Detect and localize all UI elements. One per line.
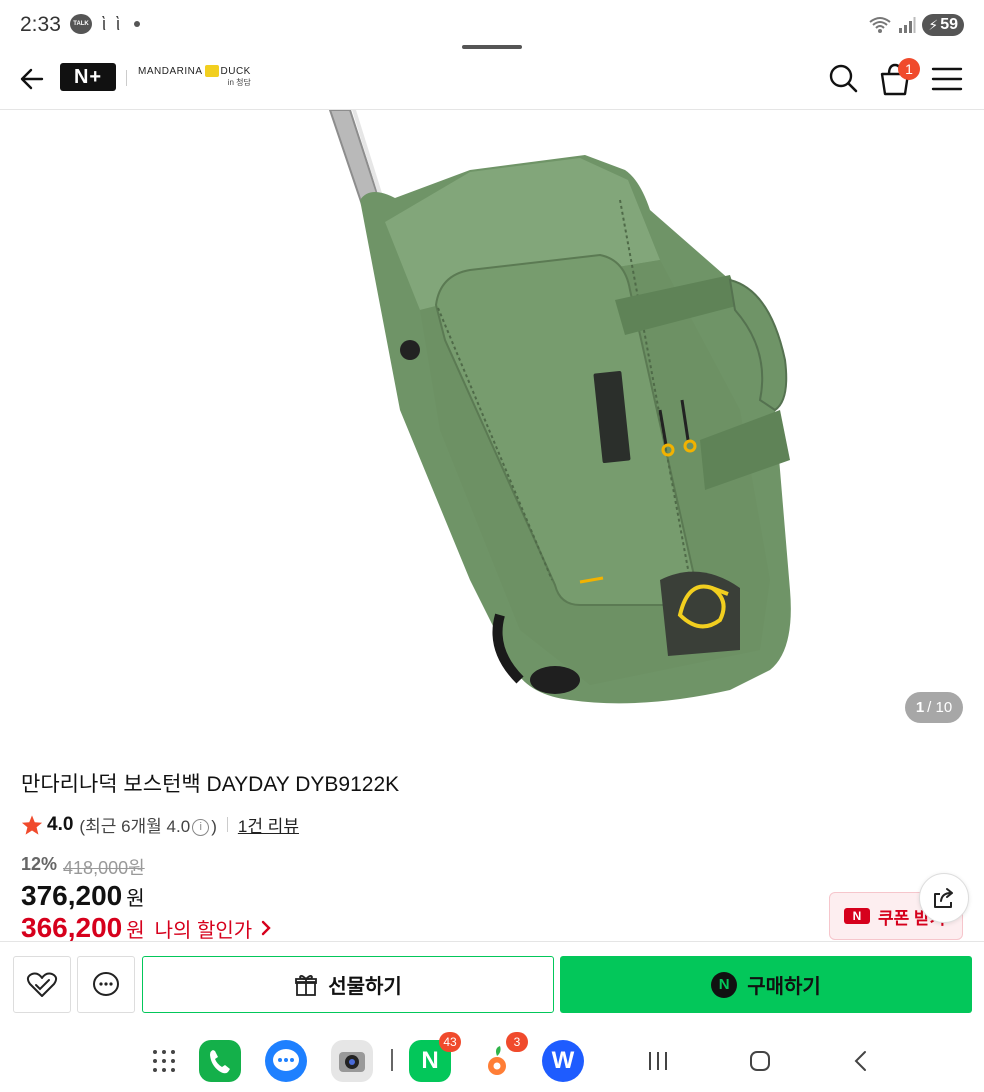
notification-icons: TALK ὶ ὶ — [70, 14, 140, 34]
brand-name: MANDARINA — [138, 65, 203, 77]
brand-store-logo[interactable]: MANDARINA DUCK in 청담 — [138, 65, 251, 88]
review-count-link[interactable]: 1건 리뷰 — [238, 812, 299, 837]
status-time: 2:33 — [20, 13, 61, 36]
phone-handset-icon — [210, 1050, 230, 1074]
kakaotalk-icon: TALK — [70, 14, 92, 34]
naver-pay-icon: N — [711, 971, 738, 998]
gift-button[interactable]: 선물하기 — [142, 956, 554, 1013]
w-app-letter: W — [551, 1047, 575, 1074]
rating-row: 4.0 (최근 6개월 4.0 i) 1건 리뷰 — [21, 812, 299, 837]
search-icon[interactable] — [826, 61, 860, 95]
signal-icon — [899, 17, 916, 33]
info-icon[interactable]: i — [192, 819, 210, 837]
more-notifications-icon — [134, 21, 140, 27]
drag-handle[interactable] — [462, 45, 522, 49]
price-row: 376,200 원 — [21, 880, 145, 912]
charging-icon: ⚡ — [928, 16, 939, 33]
app-drawer-icon[interactable] — [150, 1047, 178, 1075]
talktalk-chat-button[interactable] — [77, 956, 135, 1013]
brand-name-suffix: DUCK — [220, 65, 251, 77]
camera-app-icon[interactable] — [331, 1040, 373, 1082]
sale-price: 376,200 — [21, 880, 123, 911]
system-back-icon[interactable] — [850, 1049, 872, 1073]
system-status: ⚡ 59 — [868, 14, 964, 36]
status-bar: 2:33 TALK ὶ ὶ ⚡ 59 — [0, 0, 984, 52]
dock-divider — [391, 1049, 393, 1071]
carrot-market-app-icon[interactable]: 3 — [476, 1032, 528, 1082]
discount-rate: 12% — [21, 854, 58, 874]
share-button[interactable] — [919, 873, 969, 923]
phone-app-icon[interactable] — [199, 1040, 241, 1082]
buy-button[interactable]: N 구매하기 — [560, 956, 972, 1013]
rating-detail-prefix: (최근 6개월 4.0 — [79, 817, 191, 836]
w-app-icon[interactable]: W — [542, 1040, 584, 1082]
chevron-right-icon — [261, 920, 271, 936]
home-icon[interactable] — [748, 1049, 772, 1073]
buy-button-label: 구매하기 — [747, 976, 821, 998]
camera-lens-icon — [339, 1052, 365, 1072]
brand-sub: in 청담 — [227, 78, 251, 87]
image-counter-current: 1 — [915, 699, 925, 716]
purchase-action-bar: 선물하기 N 구매하기 — [0, 941, 984, 1027]
wishlist-button[interactable] — [13, 956, 71, 1013]
rating-divider — [226, 817, 228, 832]
gift-icon — [295, 974, 318, 996]
notification-glyph-icon: ὶ — [102, 14, 106, 34]
top-nav: N+ MANDARINA DUCK in 청담 — [0, 52, 984, 110]
product-image-carousel[interactable] — [0, 109, 984, 735]
wifi-icon — [869, 17, 891, 33]
image-counter: 1 / 10 — [905, 692, 963, 723]
image-counter-total: / 10 — [927, 699, 953, 716]
battery-level: 59 — [940, 16, 958, 33]
naver-app-badge: 43 — [439, 1032, 461, 1052]
sale-price-unit: 원 — [126, 888, 145, 910]
discount-row: 12% 418,000원 — [21, 854, 145, 880]
share-icon — [934, 888, 953, 908]
message-bubble-icon — [273, 1049, 299, 1071]
notification-glyph-icon: ὶ — [116, 14, 120, 34]
my-price: 366,200 — [21, 912, 123, 943]
battery-indicator: ⚡ 59 — [922, 14, 964, 36]
my-price-unit: 원 — [126, 920, 145, 942]
cart-count-badge: 1 — [898, 58, 920, 80]
naver-plus-store-logo[interactable]: N+ — [60, 63, 116, 91]
rating-detail-suffix: ) — [211, 817, 217, 836]
chat-bubble-icon — [93, 971, 119, 996]
zzim-heart-check-icon — [26, 972, 58, 997]
naver-app-icon[interactable]: N 43 — [409, 1032, 461, 1082]
star-icon — [21, 814, 43, 835]
duck-logo-icon — [204, 65, 219, 77]
gift-button-label: 선물하기 — [328, 976, 402, 998]
naver-coupon-icon: N — [844, 908, 870, 924]
product-photo — [328, 109, 791, 704]
original-price: 418,000원 — [63, 858, 145, 878]
hamburger-menu-icon[interactable] — [930, 64, 964, 94]
carrot-app-badge: 3 — [506, 1032, 528, 1052]
logo-divider — [126, 70, 127, 86]
my-discount-price-link[interactable]: 366,200 원 나의 할인가 — [21, 912, 272, 944]
recent-apps-icon[interactable] — [645, 1049, 671, 1073]
product-title: 만다리나덕 보스턴백 DAYDAY DYB9122K — [21, 773, 400, 796]
rating-detail: (최근 6개월 4.0 i) — [79, 812, 217, 837]
my-price-label: 나의 할인가 — [154, 920, 253, 942]
back-arrow-icon[interactable] — [16, 62, 50, 96]
system-navigation-bar: N 43 3 W — [0, 1029, 984, 1092]
rating-value: 4.0 — [47, 813, 74, 835]
messages-app-icon[interactable] — [265, 1040, 307, 1082]
